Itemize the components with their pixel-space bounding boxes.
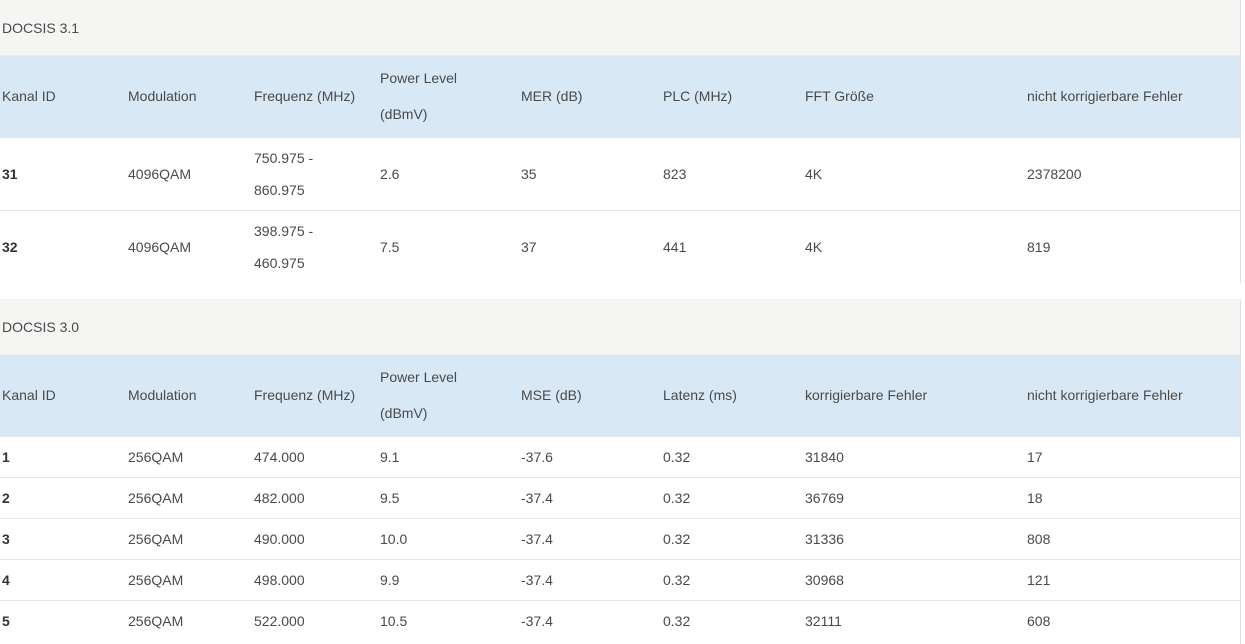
- cell-latenz: 0.32: [661, 435, 803, 477]
- header-kanal-id: Kanal ID: [2, 387, 56, 404]
- cell-modulation: 4096QAM: [126, 209, 252, 283]
- cell-frequenz: 522.000: [252, 599, 378, 641]
- header-mse: MSE (dB): [521, 387, 582, 404]
- table-row: 5 256QAM 522.000 10.5 -37.4 0.32 32111 6…: [0, 599, 1240, 641]
- cell-korrigierbare-fehler: 31336: [803, 517, 1025, 559]
- docsis30-table: Kanal ID Modulation Frequenz (MHz) Power…: [0, 355, 1240, 641]
- cell-plc: 441: [661, 209, 803, 283]
- table-row: 4 256QAM 498.000 9.9 -37.4 0.32 30968 12…: [0, 558, 1240, 600]
- cell-frequenz: 750.975 -860.975: [252, 136, 378, 210]
- header-korrigierbare-fehler: korrigierbare Fehler: [805, 387, 928, 404]
- cell-latenz: 0.32: [661, 517, 803, 559]
- cell-power-level: 9.5: [378, 476, 519, 518]
- cell-nicht-korrigierbare-fehler: 121: [1025, 558, 1240, 600]
- cell-power-level: 10.0: [378, 517, 519, 559]
- cell-kanal-id: 5: [0, 599, 126, 641]
- docsis31-header-row: Kanal ID Modulation Frequenz (MHz) Power…: [0, 56, 1240, 137]
- header-modulation: Modulation: [128, 88, 197, 105]
- cell-korrigierbare-fehler: 31840: [803, 435, 1025, 477]
- cell-nicht-korrigierbare-fehler: 17: [1025, 435, 1240, 477]
- docsis30-title: DOCSIS 3.0: [0, 299, 1240, 355]
- table-row: 1 256QAM 474.000 9.1 -37.6 0.32 31840 17: [0, 435, 1240, 477]
- cell-nicht-korrigierbare-fehler: 819: [1025, 209, 1240, 283]
- header-nicht-korrigierbare-fehler: nicht korrigierbare Fehler: [1027, 88, 1183, 105]
- docsis31-title: DOCSIS 3.1: [0, 0, 1240, 56]
- cell-frequenz: 490.000: [252, 517, 378, 559]
- cell-fft: 4K: [803, 136, 1025, 210]
- header-power-level: Power Level (dBmV): [380, 70, 458, 123]
- header-nicht-korrigierbare-fehler: nicht korrigierbare Fehler: [1027, 387, 1183, 404]
- table-row: 32 4096QAM 398.975 -460.975 7.5 37 441 4…: [0, 209, 1240, 283]
- cell-korrigierbare-fehler: 30968: [803, 558, 1025, 600]
- docsis31-table: Kanal ID Modulation Frequenz (MHz) Power…: [0, 56, 1240, 283]
- cell-power-level: 7.5: [378, 209, 519, 283]
- cell-modulation: 256QAM: [126, 517, 252, 559]
- cell-fft: 4K: [803, 209, 1025, 283]
- cell-power-level: 10.5: [378, 599, 519, 641]
- cell-mse: -37.4: [519, 599, 661, 641]
- cell-mse: -37.6: [519, 435, 661, 477]
- cell-power-level: 9.1: [378, 435, 519, 477]
- cell-nicht-korrigierbare-fehler: 808: [1025, 517, 1240, 559]
- cell-frequenz: 482.000: [252, 476, 378, 518]
- cell-mse: -37.4: [519, 558, 661, 600]
- header-mer: MER (dB): [521, 88, 583, 105]
- table-row: 31 4096QAM 750.975 -860.975 2.6 35 823 4…: [0, 136, 1240, 210]
- cell-plc: 823: [661, 136, 803, 210]
- header-kanal-id: Kanal ID: [2, 88, 56, 105]
- table-row: 2 256QAM 482.000 9.5 -37.4 0.32 36769 18: [0, 476, 1240, 518]
- cell-power-level: 2.6: [378, 136, 519, 210]
- cell-kanal-id: 4: [0, 558, 126, 600]
- cell-latenz: 0.32: [661, 599, 803, 641]
- cell-mse: -37.4: [519, 476, 661, 518]
- cell-modulation: 256QAM: [126, 558, 252, 600]
- cell-kanal-id: 2: [0, 476, 126, 518]
- cell-frequenz: 498.000: [252, 558, 378, 600]
- cell-modulation: 256QAM: [126, 599, 252, 641]
- cell-nicht-korrigierbare-fehler: 2378200: [1025, 136, 1240, 210]
- cell-nicht-korrigierbare-fehler: 18: [1025, 476, 1240, 518]
- header-power-level: Power Level (dBmV): [380, 369, 458, 422]
- cell-mse: -37.4: [519, 517, 661, 559]
- cell-frequenz: 398.975 -460.975: [252, 209, 378, 283]
- cell-kanal-id: 32: [0, 209, 126, 283]
- docsis30-panel: DOCSIS 3.0 Kanal ID Modulation Frequenz …: [0, 299, 1241, 644]
- docsis30-header-row: Kanal ID Modulation Frequenz (MHz) Power…: [0, 355, 1240, 436]
- cell-kanal-id: 3: [0, 517, 126, 559]
- cell-korrigierbare-fehler: 32111: [803, 599, 1025, 641]
- cell-frequenz: 474.000: [252, 435, 378, 477]
- cell-mer: 35: [519, 136, 661, 210]
- cell-modulation: 256QAM: [126, 435, 252, 477]
- docsis31-panel: DOCSIS 3.1 Kanal ID Modulation Frequenz …: [0, 0, 1241, 283]
- cell-modulation: 256QAM: [126, 476, 252, 518]
- header-frequenz: Frequenz (MHz): [254, 387, 356, 404]
- cell-korrigierbare-fehler: 36769: [803, 476, 1025, 518]
- header-fft-groesse: FFT Größe: [805, 88, 874, 105]
- header-modulation: Modulation: [128, 387, 197, 404]
- cell-mer: 37: [519, 209, 661, 283]
- header-plc: PLC (MHz): [663, 88, 733, 105]
- cell-power-level: 9.9: [378, 558, 519, 600]
- cell-latenz: 0.32: [661, 558, 803, 600]
- cell-kanal-id: 31: [0, 136, 126, 210]
- table-row: 3 256QAM 490.000 10.0 -37.4 0.32 31336 8…: [0, 517, 1240, 559]
- cell-nicht-korrigierbare-fehler: 608: [1025, 599, 1240, 641]
- header-latenz: Latenz (ms): [663, 387, 737, 404]
- cell-modulation: 4096QAM: [126, 136, 252, 210]
- cell-kanal-id: 1: [0, 435, 126, 477]
- cell-latenz: 0.32: [661, 476, 803, 518]
- header-frequenz: Frequenz (MHz): [254, 88, 356, 105]
